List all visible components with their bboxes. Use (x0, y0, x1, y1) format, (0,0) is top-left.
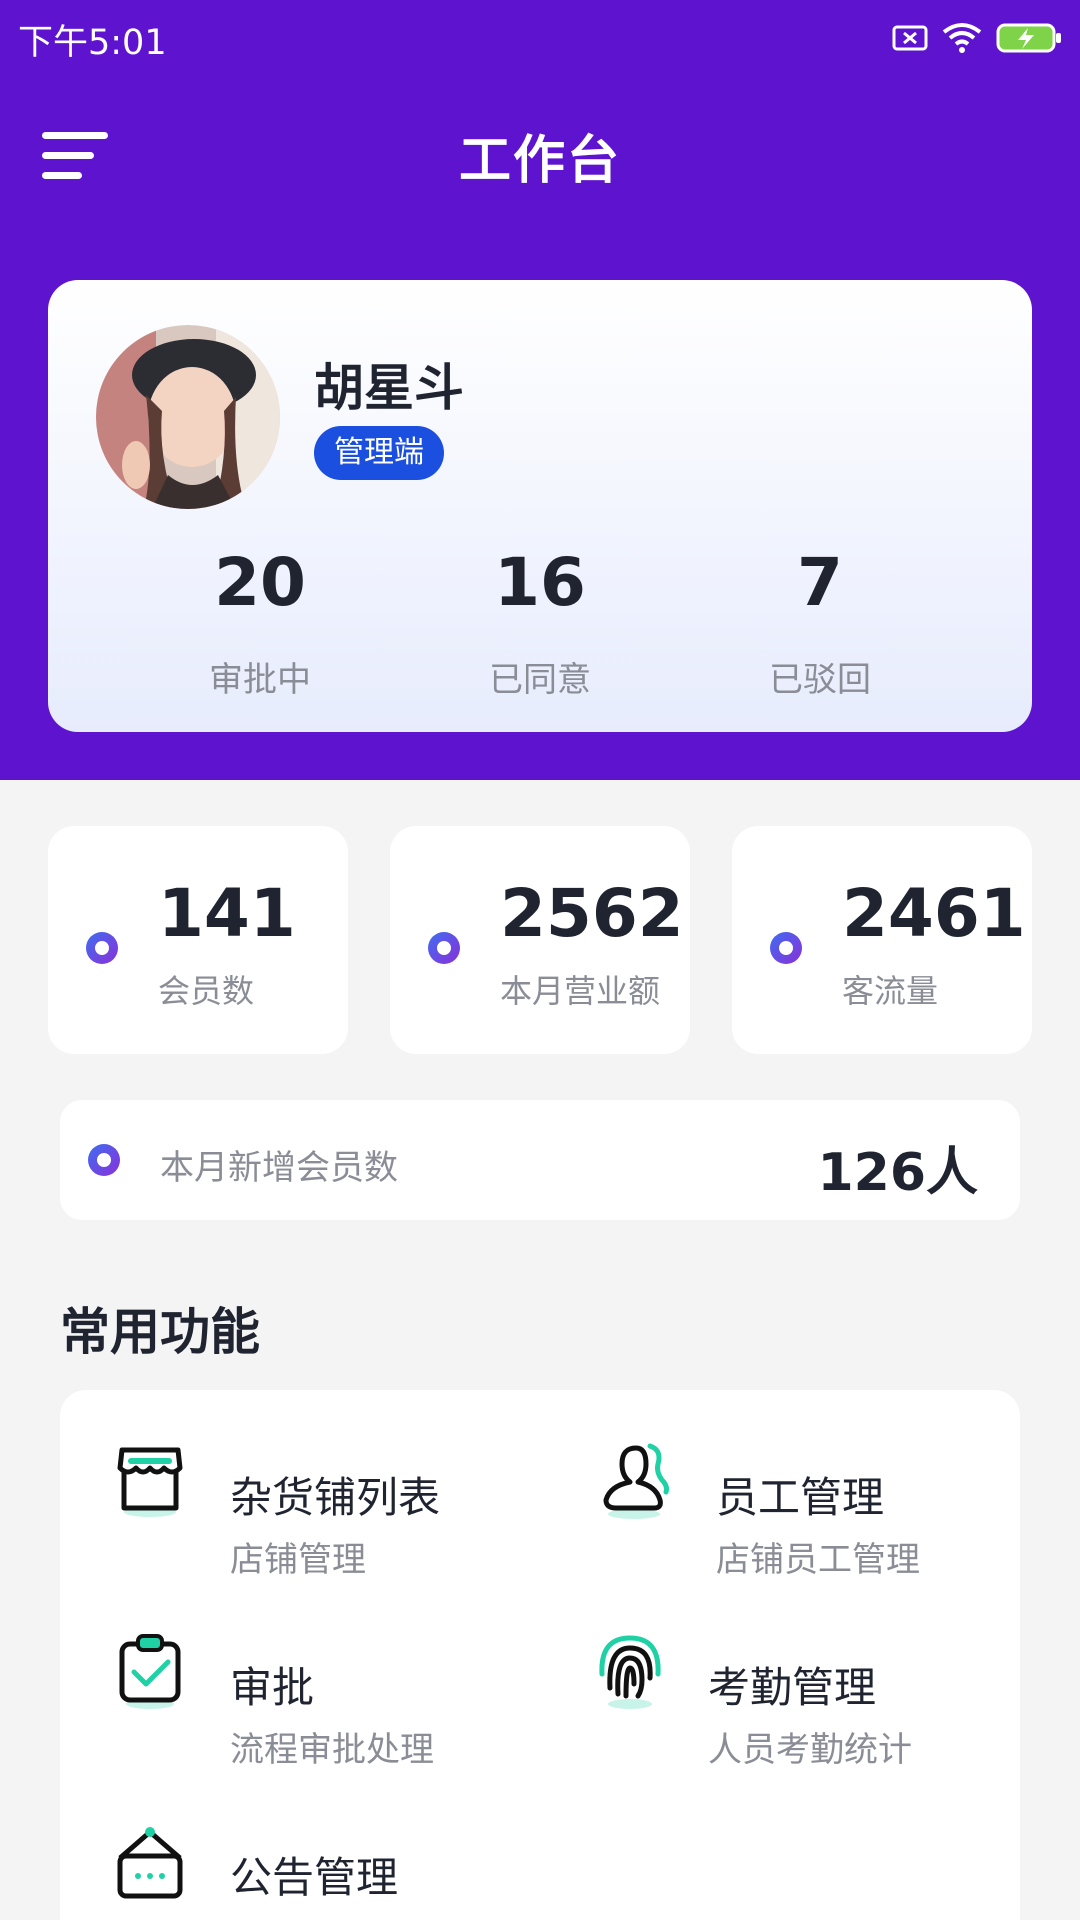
metric-card-revenue[interactable]: 2562 本月营业额 (390, 826, 690, 1054)
metric-card-traffic[interactable]: 2461 客流量 (732, 826, 1032, 1054)
new-members-label: 本月新增会员数 (160, 1148, 398, 1188)
function-title: 员工管理 (716, 1473, 885, 1522)
functions-panel: 杂货铺列表 店铺管理 员工管理 店铺员工管理 审批 流程审批处理 考勤管理 人员… (60, 1390, 1020, 1920)
function-subtitle: 店铺员工管理 (716, 1540, 920, 1580)
section-title: 常用功能 (60, 1303, 260, 1361)
user-name: 胡星斗 (314, 359, 464, 417)
status-icons (892, 18, 1062, 58)
stat-value: 7 (797, 544, 843, 621)
status-time: 下午5:01 (18, 23, 167, 63)
profile-card[interactable]: 胡星斗 管理端 20 审批中 16 已同意 7 已驳回 (48, 280, 1032, 732)
stat-value: 16 (494, 544, 586, 621)
metric-value: 2562 (500, 875, 684, 952)
stat-rejected[interactable]: 7 已驳回 (700, 550, 940, 701)
function-subtitle: 人员考勤统计 (708, 1730, 912, 1770)
dot-icon (770, 932, 802, 964)
stat-label: 已同意 (489, 660, 591, 700)
function-notice-management[interactable]: 公告管理 (60, 1770, 500, 1910)
metric-label: 本月营业额 (500, 972, 661, 1010)
clipboard-check-icon (110, 1630, 190, 1710)
role-badge: 管理端 (314, 426, 444, 480)
new-members-bar[interactable]: 本月新增会员数 126人 (60, 1100, 1020, 1220)
new-members-value: 126人 (817, 1143, 978, 1203)
dot-icon (86, 932, 118, 964)
stat-value: 20 (214, 544, 306, 621)
notice-icon (110, 1820, 190, 1900)
function-store-list[interactable]: 杂货铺列表 店铺管理 (60, 1390, 500, 1580)
store-icon (110, 1440, 190, 1520)
stat-label: 审批中 (209, 660, 311, 700)
function-title: 杂货铺列表 (230, 1473, 441, 1522)
stat-label: 已驳回 (769, 660, 871, 700)
avatar[interactable] (96, 325, 280, 509)
function-attendance[interactable]: 考勤管理 人员考勤统计 (546, 1580, 986, 1770)
avatar-image (96, 325, 280, 509)
stat-approved[interactable]: 16 已同意 (420, 550, 660, 701)
function-approval[interactable]: 审批 流程审批处理 (60, 1580, 500, 1770)
function-subtitle: 流程审批处理 (230, 1730, 434, 1770)
status-bar: 下午5:01 (0, 0, 1080, 76)
staff-icon (596, 1440, 676, 1520)
stat-pending[interactable]: 20 审批中 (140, 550, 380, 701)
function-title: 公告管理 (230, 1853, 399, 1902)
fingerprint-icon (590, 1630, 670, 1710)
dot-icon (88, 1144, 120, 1176)
function-subtitle: 店铺管理 (230, 1540, 366, 1580)
page-title: 工作台 (458, 131, 621, 191)
battery-charging-icon (996, 23, 1061, 53)
function-title: 考勤管理 (708, 1663, 877, 1712)
metric-value: 2461 (842, 875, 1026, 952)
metric-label: 客流量 (842, 972, 939, 1010)
metric-card-members[interactable]: 141 会员数 (48, 826, 348, 1054)
function-staff-management[interactable]: 员工管理 店铺员工管理 (546, 1390, 986, 1580)
metric-label: 会员数 (158, 972, 255, 1010)
dot-icon (428, 932, 460, 964)
metric-value: 141 (158, 875, 296, 952)
function-title: 审批 (230, 1663, 315, 1712)
wifi-icon (942, 23, 982, 53)
no-sim-icon (892, 25, 928, 51)
